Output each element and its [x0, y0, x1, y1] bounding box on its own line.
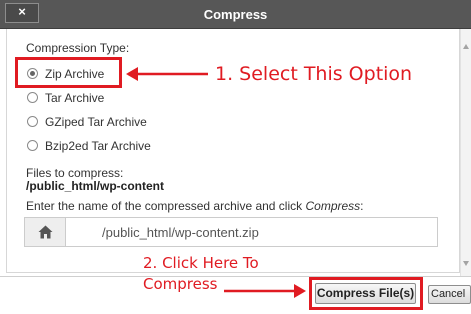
- prompt-suffix: :: [360, 199, 364, 213]
- annotation-step2-line1: 2. Click Here To: [143, 254, 259, 272]
- radio-gziped-tar-archive[interactable]: [27, 116, 38, 127]
- scroll-down-icon[interactable]: [463, 261, 469, 266]
- compression-type-heading: Compression Type:: [26, 41, 130, 55]
- arrow-right-icon: [224, 284, 306, 298]
- annotation-step2-line2: Compress: [143, 275, 218, 293]
- files-heading: Files to compress:: [26, 166, 124, 180]
- option-label-bzip2[interactable]: Bzip2ed Tar Archive: [45, 139, 151, 153]
- option-label-gzip[interactable]: GZiped Tar Archive: [45, 115, 147, 129]
- arrow-left-icon: [126, 67, 208, 81]
- prompt-emphasis: Compress: [305, 199, 361, 213]
- archive-name-input[interactable]: [67, 218, 437, 246]
- home-icon: [38, 225, 53, 239]
- radio-bzip2ed-tar-archive[interactable]: [27, 140, 38, 151]
- cancel-button[interactable]: Cancel: [428, 285, 471, 304]
- archive-name-prompt: Enter the name of the compressed archive…: [26, 199, 364, 213]
- dialog-title-bar: × Compress: [0, 0, 471, 29]
- input-addon: [25, 218, 66, 246]
- archive-name-input-group: [24, 217, 438, 247]
- option-label-tar[interactable]: Tar Archive: [45, 91, 104, 105]
- files-path: /public_html/wp-content: [26, 179, 164, 193]
- radio-tar-archive[interactable]: [27, 92, 38, 103]
- prompt-text: Enter the name of the compressed archive…: [26, 199, 306, 213]
- annotation-step1: 1. Select This Option: [215, 63, 413, 85]
- scrollbar[interactable]: [460, 29, 471, 277]
- zip-option-highlight: [15, 57, 122, 88]
- scroll-up-icon[interactable]: [463, 44, 469, 49]
- compress-files-button[interactable]: Compress File(s): [315, 283, 416, 304]
- dialog-title: Compress: [203, 7, 268, 22]
